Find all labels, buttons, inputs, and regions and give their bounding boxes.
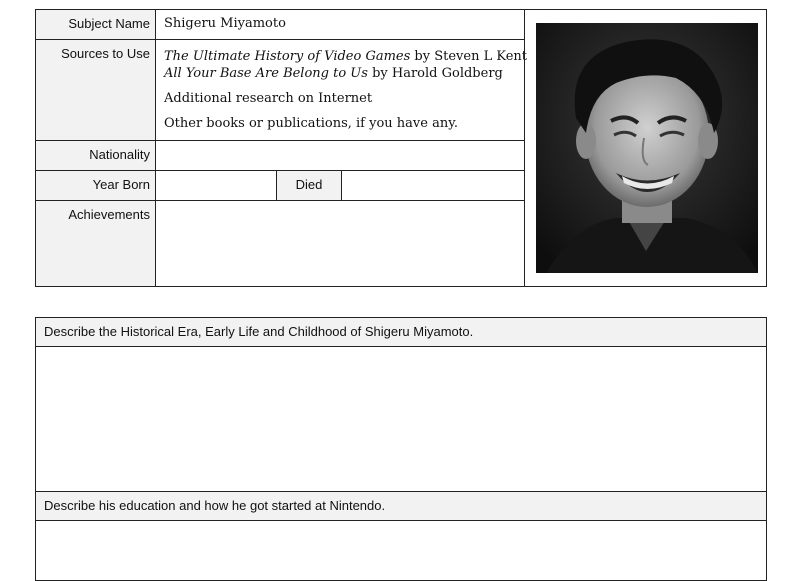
- early-life-prompt: Describe the Historical Era, Early Life …: [36, 318, 766, 347]
- education-section: Describe his education and how he got st…: [35, 491, 767, 581]
- source-item: The Ultimate History of Video Games by S…: [164, 49, 528, 64]
- subject-row: Subject Name Shigeru Miyamoto: [36, 10, 524, 40]
- achievements-label: Achievements: [36, 201, 156, 286]
- early-life-section: Describe the Historical Era, Early Life …: [35, 317, 767, 492]
- sources-label: Sources to Use: [36, 40, 156, 140]
- achievements-row: Achievements: [36, 201, 524, 286]
- info-grid: Subject Name Shigeru Miyamoto Sources to…: [36, 10, 527, 286]
- birth-death-row: Year Born Died: [36, 171, 524, 201]
- sources-row: Sources to Use The Ultimate History of V…: [36, 40, 527, 141]
- additional-research: Additional research on Internet: [164, 91, 373, 106]
- source-item: All Your Base Are Belong to Us by Harold…: [164, 66, 503, 81]
- other-publications: Other books or publications, if you have…: [164, 116, 458, 131]
- portrait-image: [536, 23, 758, 273]
- sources-list[interactable]: The Ultimate History of Video Games by S…: [164, 48, 527, 132]
- photo-cell: [524, 10, 766, 286]
- profile-table: Subject Name Shigeru Miyamoto Sources to…: [35, 9, 767, 287]
- year-born-label: Year Born: [36, 171, 156, 200]
- subject-value[interactable]: Shigeru Miyamoto: [164, 16, 286, 31]
- died-label: Died: [276, 171, 342, 200]
- nationality-label: Nationality: [36, 141, 156, 170]
- subject-label: Subject Name: [36, 10, 156, 39]
- education-prompt: Describe his education and how he got st…: [36, 492, 766, 521]
- portrait-photo: [536, 23, 758, 273]
- nationality-row: Nationality: [36, 141, 524, 171]
